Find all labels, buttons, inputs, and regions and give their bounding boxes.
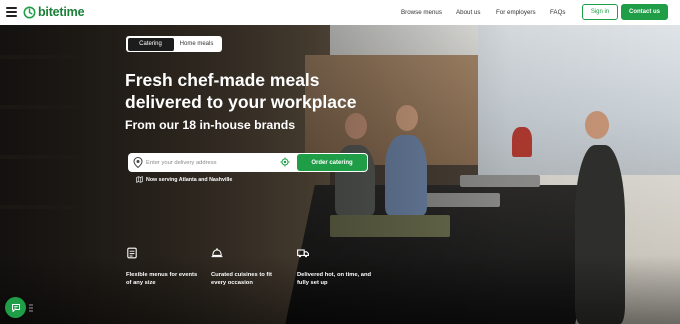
locate-icon[interactable]	[280, 157, 290, 167]
map-pin-icon	[133, 157, 143, 168]
chat-button[interactable]	[5, 297, 26, 318]
signin-button[interactable]: Sign in	[582, 4, 618, 20]
serving-text: Now serving Atlanta and Nashville	[146, 176, 233, 183]
feature-delivered-hot: Delivered hot, on time, and fully set up	[297, 247, 377, 287]
feature-text-line: Delivered hot, on time, and	[297, 272, 372, 278]
map-icon	[136, 176, 143, 183]
delivery-address-input[interactable]	[146, 156, 276, 169]
nav-faqs[interactable]: FAQs	[550, 9, 565, 16]
feature-text-line: Flexible menus for events	[126, 272, 198, 278]
feature-curated-cuisines: Curated cuisines to fit every occasion	[211, 247, 291, 287]
headline-line-2: delivered to your workplace	[125, 92, 357, 112]
menu-card-icon	[127, 247, 137, 259]
nav-about-us[interactable]: About us	[456, 9, 480, 16]
serving-notice: Now serving Atlanta and Nashville	[136, 176, 232, 183]
tab-catering[interactable]: Catering	[127, 37, 174, 51]
brand-logo[interactable]: bitetime	[23, 5, 85, 19]
bitetime-logo-icon	[23, 6, 36, 18]
nav-browse-menus[interactable]: Browse menus	[401, 9, 442, 16]
brand-name: bitetime	[38, 5, 85, 19]
feature-flexible-menus: Flexible menus for events of any size	[126, 247, 206, 287]
feature-text-line: fully set up	[297, 280, 328, 286]
chat-icon	[11, 303, 20, 312]
contact-us-button[interactable]: Contact us	[621, 4, 668, 20]
feature-text-line: every occasion	[211, 280, 253, 286]
cloche-icon	[211, 248, 223, 258]
feature-text-line: of any size	[126, 280, 156, 286]
delivery-truck-icon	[297, 249, 309, 258]
drag-handle-icon[interactable]	[29, 304, 33, 312]
hero-headline: Fresh chef-made meals delivered to your …	[125, 69, 425, 113]
site-header: bitetime Browse menus About us For emplo…	[0, 0, 680, 25]
nav-for-employers[interactable]: For employers	[496, 9, 536, 16]
menu-icon[interactable]	[6, 7, 17, 17]
order-catering-button[interactable]: Order catering	[297, 154, 367, 171]
service-tabs: Catering Home meals	[126, 36, 222, 52]
tab-home-meals[interactable]: Home meals	[174, 38, 220, 51]
feature-text-line: Curated cuisines to fit	[211, 272, 272, 278]
hero-subheadline: From our 18 in-house brands	[125, 118, 296, 132]
headline-line-1: Fresh chef-made meals	[125, 70, 320, 90]
